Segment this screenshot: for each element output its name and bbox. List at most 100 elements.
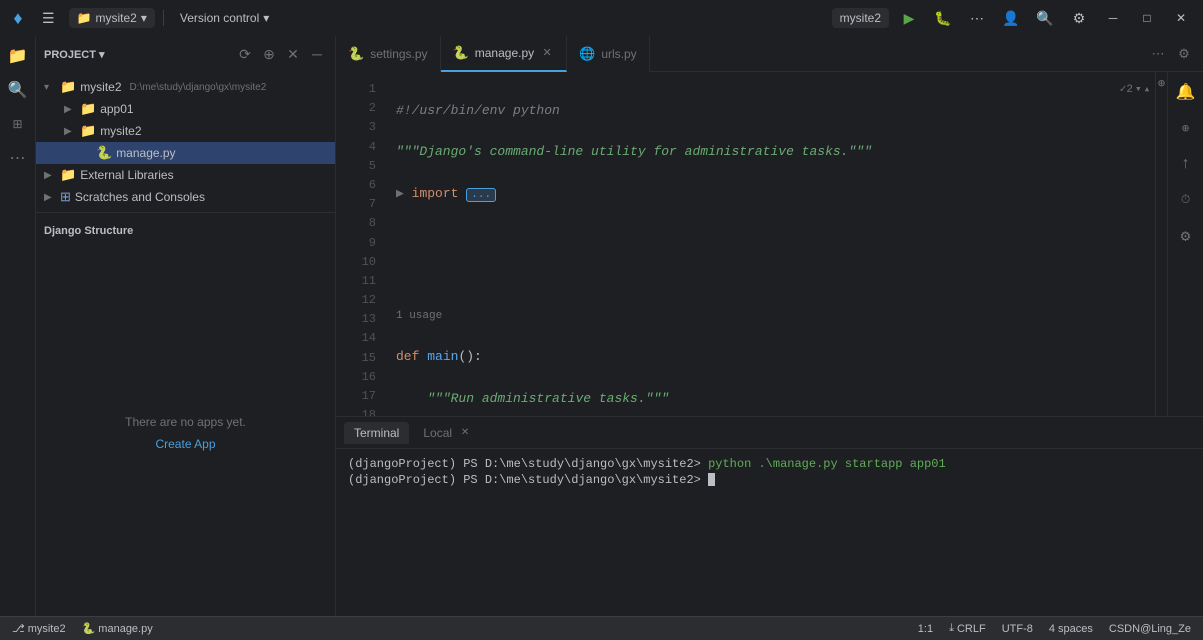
more-tools-icon[interactable]: ⋯	[2, 142, 34, 174]
account-icon[interactable]: 👤	[997, 4, 1025, 32]
sidebar-header-icons: ⟳ ⊕ ✕ ─	[235, 44, 327, 64]
folder-icon: 📁	[77, 11, 92, 25]
search-view-icon[interactable]: 🔍	[2, 74, 34, 106]
tree-label-ext-libs: External Libraries	[80, 168, 173, 182]
django-header[interactable]: Django Structure	[36, 213, 335, 249]
tab-icon-settings: 🐍	[348, 46, 364, 62]
sb-encoding[interactable]: ⤓ CRLF	[945, 617, 990, 640]
tab-urls-py[interactable]: 🌐 urls.py	[567, 36, 650, 72]
project-selector[interactable]: 📁 mysite2 ▾	[69, 8, 155, 28]
ide-settings-icon[interactable]: ⚙	[1170, 220, 1202, 252]
minimize-button[interactable]: ─	[1099, 4, 1127, 32]
editor-scrollbar[interactable]: ⊕	[1155, 72, 1167, 416]
right-iconbar: 🔔 ⊕ ↑ ⏱ ⚙	[1167, 72, 1203, 416]
git-push-icon[interactable]: ↑	[1170, 148, 1202, 180]
settings-button[interactable]: ⚙	[1065, 4, 1093, 32]
code-line-1: #!/usr/bin/env python	[396, 101, 1115, 122]
sb-branch[interactable]: ⎇ mysite2	[8, 617, 70, 640]
sb-encoding-text: CRLF	[957, 623, 986, 635]
tree-label-manage-py: manage.py	[116, 146, 175, 160]
terminal-tab[interactable]: Terminal	[344, 422, 409, 444]
maximize-button[interactable]: □	[1133, 4, 1161, 32]
close-button[interactable]: ✕	[1167, 4, 1195, 32]
terminal-cursor	[708, 473, 715, 486]
notifications-icon[interactable]: 🔔	[1170, 76, 1202, 108]
profiler-icon[interactable]: ⏱	[1170, 184, 1202, 216]
python-file-icon-manage: 🐍	[96, 145, 112, 161]
tab-icon-manage: 🐍	[453, 45, 469, 61]
code-editor: 1 2 3 4 5 6 7 8 9 10 11 12 13 14 15 16	[336, 72, 1203, 416]
sb-indent[interactable]: 4 spaces	[1045, 617, 1097, 640]
tree-arrow-app01: ▶	[64, 104, 76, 115]
run-button[interactable]: ▶	[895, 4, 923, 32]
tab-bar: 🐍 settings.py 🐍 manage.py ✕ 🌐 urls.py ⋯ …	[336, 36, 1203, 72]
tree-item-app01[interactable]: ▶ 📁 app01	[36, 98, 335, 120]
refresh-icon[interactable]: ⟳	[235, 44, 255, 64]
collapse-icon[interactable]: ✕	[283, 44, 303, 64]
console-icon-scratches: ⊞	[60, 189, 71, 205]
tree-item-manage-py[interactable]: 🐍 manage.py	[36, 142, 335, 164]
tree-arrow-mysite2-sub: ▶	[64, 126, 76, 137]
code-line-usage: 1 usage	[396, 309, 1115, 327]
code-line-8: """Run administrative tasks."""	[396, 389, 1115, 410]
more-options-button[interactable]: ⋯	[963, 4, 991, 32]
main-area: 📁 🔍 ⊞ ⋯ Project ▾ ⟳ ⊕ ✕ ─ ▾ 📁 mysite2 D:…	[0, 36, 1203, 616]
tree-item-scratches[interactable]: ▶ ⊞ Scratches and Consoles	[36, 186, 335, 208]
code-content[interactable]: #!/usr/bin/env python """Django's comman…	[384, 72, 1115, 416]
terminal-line-2: (djangoProject) PS D:\me\study\django\gx…	[348, 473, 1191, 487]
sb-file-name: manage.py	[98, 623, 152, 635]
version-control-menu[interactable]: Version control ▾	[172, 8, 277, 28]
run-config[interactable]: mysite2	[832, 8, 889, 28]
vc-arrow-icon: ▾	[263, 11, 269, 25]
folder-icon-mysite2: 📁	[60, 79, 76, 95]
sb-branch-name: mysite2	[28, 623, 66, 635]
tree-item-mysite2-sub[interactable]: ▶ 📁 mysite2	[36, 120, 335, 142]
locate-icon[interactable]: ⊕	[259, 44, 279, 64]
sb-position[interactable]: 1:1	[914, 617, 937, 640]
plugins-icon[interactable]: ⊕	[1170, 112, 1202, 144]
tab-label-urls: urls.py	[601, 47, 636, 61]
editor-settings-icon[interactable]: ⚙	[1173, 43, 1195, 65]
titlebar: ♦ ☰ 📁 mysite2 ▾ Version control ▾ mysite…	[0, 0, 1203, 36]
tab-settings-py[interactable]: 🐍 settings.py	[336, 36, 441, 72]
tree-label-mysite2-sub: mysite2	[100, 124, 141, 138]
sb-user[interactable]: CSDN@Ling_Ze	[1105, 617, 1195, 640]
sb-charset[interactable]: UTF-8	[998, 617, 1037, 640]
run-config-name: mysite2	[840, 11, 881, 25]
local-tab-close[interactable]: ✕	[458, 426, 472, 440]
editor-more-icon[interactable]: ⋯	[1147, 43, 1169, 65]
hamburger-menu[interactable]: ☰	[36, 6, 61, 31]
terminal-tab-label: Terminal	[354, 426, 399, 440]
django-section: Django Structure There are no apps yet. …	[36, 212, 335, 616]
structure-view-icon[interactable]: ⊞	[2, 108, 34, 140]
sb-indent-text: 4 spaces	[1049, 623, 1093, 635]
project-header: Project ▾ ⟳ ⊕ ✕ ─	[36, 36, 335, 72]
debug-button[interactable]: 🐛	[929, 4, 957, 32]
sb-position-text: 1:1	[918, 623, 933, 635]
local-tab-label: Local	[423, 426, 452, 440]
sb-charset-text: UTF-8	[1002, 623, 1033, 635]
tab-manage-py[interactable]: 🐍 manage.py ✕	[441, 36, 568, 72]
code-line-5	[396, 267, 1115, 288]
project-view-icon[interactable]: 📁	[2, 40, 34, 72]
tree-path-mysite2: D:\me\study\django\gx\mysite2	[130, 82, 267, 93]
minimize-sidebar-icon[interactable]: ─	[307, 44, 327, 64]
tree-arrow-mysite2: ▾	[44, 82, 56, 93]
terminal-path-2: (djangoProject) PS D:\me\study\django\gx…	[348, 473, 708, 487]
django-body: There are no apps yet. Create App	[36, 249, 335, 616]
terminal-path-1: (djangoProject) PS D:\me\study\django\gx…	[348, 457, 708, 471]
tree-item-mysite2-root[interactable]: ▾ 📁 mysite2 D:\me\study\django\gx\mysite…	[36, 76, 335, 98]
create-app-link[interactable]: Create App	[155, 437, 215, 451]
django-section-title: Django Structure	[44, 225, 327, 237]
terminal-content[interactable]: (djangoProject) PS D:\me\study\django\gx…	[336, 449, 1203, 616]
sb-file[interactable]: 🐍 manage.py	[78, 617, 157, 640]
code-line-4	[396, 226, 1115, 247]
search-button[interactable]: 🔍	[1031, 4, 1059, 32]
scroll-up-icon[interactable]: ⊕	[1158, 76, 1165, 91]
python-icon-status: 🐍	[82, 622, 96, 635]
project-name: mysite2	[96, 11, 137, 25]
tree-item-ext-libs[interactable]: ▶ 📁 External Libraries	[36, 164, 335, 186]
editor-area: 🐍 settings.py 🐍 manage.py ✕ 🌐 urls.py ⋯ …	[336, 36, 1203, 416]
tab-close-manage[interactable]: ✕	[540, 46, 554, 60]
local-tab[interactable]: Local ✕	[413, 422, 482, 444]
